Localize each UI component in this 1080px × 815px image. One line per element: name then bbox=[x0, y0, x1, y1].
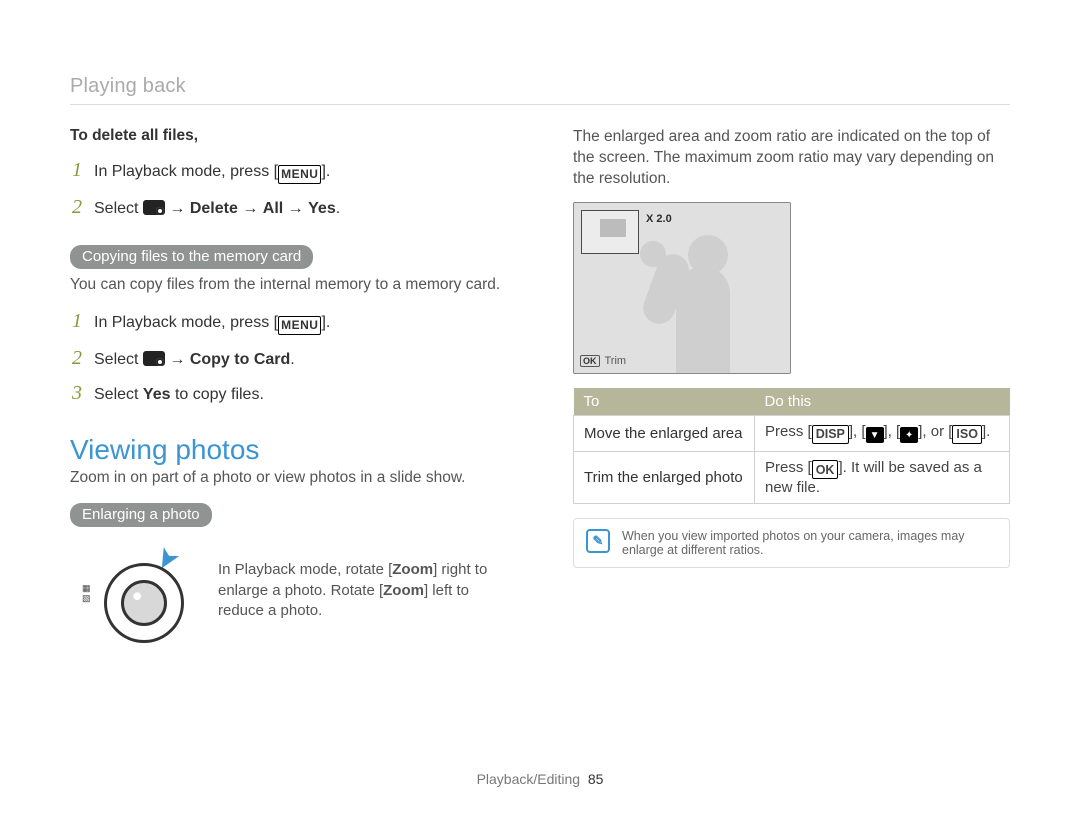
text: Zoom bbox=[392, 561, 433, 578]
td-move: Move the enlarged area bbox=[574, 415, 755, 451]
text: In Playback mode, press [ bbox=[94, 163, 278, 180]
text: ]. bbox=[321, 314, 330, 331]
text: . bbox=[290, 351, 294, 368]
text: Zoom bbox=[383, 582, 424, 599]
page-footer: Playback/Editing 85 bbox=[0, 771, 1080, 787]
td-move-action: Press [DISP], [▼], [✦], or [ISO]. bbox=[755, 415, 1010, 451]
iso-key-icon: ISO bbox=[952, 425, 982, 444]
camera-screen-preview: X 2.0 OK Trim bbox=[573, 202, 791, 374]
menu-key-icon: MENU bbox=[278, 165, 321, 184]
settings-gear-icon bbox=[143, 200, 165, 215]
text: to copy files. bbox=[171, 386, 264, 403]
settings-gear-icon bbox=[143, 351, 165, 366]
zoom-navigator bbox=[581, 210, 639, 254]
text: Copy to Card bbox=[190, 351, 290, 368]
page-number: 85 bbox=[588, 771, 604, 787]
text: Press [ bbox=[765, 459, 812, 476]
step-number: 2 bbox=[70, 347, 84, 370]
text: In Playback mode, press [ bbox=[94, 314, 278, 331]
arrow: → bbox=[169, 200, 189, 217]
delete-steps: 1 In Playback mode, press [MENU]. 2 Sele… bbox=[70, 159, 507, 219]
step-text: Select Yes to copy files. bbox=[94, 384, 264, 406]
rule bbox=[70, 104, 1010, 105]
th-to: To bbox=[574, 388, 755, 416]
text: ], [ bbox=[849, 423, 866, 440]
arrow: → bbox=[169, 351, 189, 368]
text: Yes bbox=[308, 200, 336, 217]
text: . bbox=[336, 200, 340, 217]
step-number: 2 bbox=[70, 196, 84, 219]
text: Select bbox=[94, 351, 143, 368]
arrow: → bbox=[242, 200, 262, 217]
copy-description: You can copy files from the internal mem… bbox=[70, 275, 507, 296]
delete-all-heading: To delete all files, bbox=[70, 127, 507, 145]
note-box: ✎ When you view imported photos on your … bbox=[573, 518, 1010, 568]
copying-pill: Copying files to the memory card bbox=[70, 245, 313, 269]
th-dothis: Do this bbox=[755, 388, 1010, 416]
text: In Playback mode, rotate [ bbox=[218, 561, 392, 578]
right-column: The enlarged area and zoom ratio are ind… bbox=[573, 127, 1010, 641]
step-text: Select → Delete → All → Yes. bbox=[94, 198, 340, 220]
left-column: To delete all files, 1 In Playback mode,… bbox=[70, 127, 507, 641]
viewing-photos-heading: Viewing photos bbox=[70, 434, 507, 466]
text: Select bbox=[94, 200, 143, 217]
copy-steps: 1 In Playback mode, press [MENU]. 2 Sele… bbox=[70, 310, 507, 406]
text: Press [ bbox=[765, 423, 812, 440]
trim-label: Trim bbox=[605, 355, 627, 367]
text: Delete bbox=[190, 200, 238, 217]
actions-table: To Do this Move the enlarged area Press … bbox=[573, 388, 1010, 505]
td-trim: Trim the enlarged photo bbox=[574, 451, 755, 504]
ok-key-icon: OK bbox=[812, 460, 839, 479]
text: ], or [ bbox=[918, 423, 952, 440]
step-text: In Playback mode, press [MENU]. bbox=[94, 161, 330, 184]
step-number: 3 bbox=[70, 382, 84, 405]
viewing-desc: Zoom in on part of a photo or view photo… bbox=[70, 468, 507, 489]
text: Yes bbox=[143, 386, 171, 403]
step-number: 1 bbox=[70, 310, 84, 333]
down-arrow-icon: ▼ bbox=[866, 427, 884, 443]
note-icon: ✎ bbox=[586, 529, 610, 553]
text: ]. bbox=[321, 163, 330, 180]
silhouette-illustration bbox=[636, 229, 736, 367]
text: Select bbox=[94, 386, 143, 403]
step-text: Select → Copy to Card. bbox=[94, 349, 295, 371]
text: ]. bbox=[982, 423, 990, 440]
footer-section: Playback/Editing bbox=[477, 771, 581, 787]
zoom-dial-illustration: ▦▧ ➤ bbox=[70, 541, 200, 641]
step-number: 1 bbox=[70, 159, 84, 182]
step-text: In Playback mode, press [MENU]. bbox=[94, 312, 330, 335]
arrow: → bbox=[288, 200, 308, 217]
td-trim-action: Press [OK]. It will be saved as a new fi… bbox=[755, 451, 1010, 504]
enlarging-pill: Enlarging a photo bbox=[70, 503, 212, 527]
breadcrumb: Playing back bbox=[70, 75, 1010, 98]
note-text: When you view imported photos on your ca… bbox=[622, 529, 997, 557]
enlarge-text: In Playback mode, rotate [Zoom] right to… bbox=[218, 560, 507, 621]
ok-icon: OK bbox=[580, 355, 600, 367]
zoom-intro: The enlarged area and zoom ratio are ind… bbox=[573, 127, 1010, 190]
disp-key-icon: DISP bbox=[812, 425, 849, 444]
zoom-ratio-label: X 2.0 bbox=[646, 213, 672, 225]
text: ], [ bbox=[884, 423, 901, 440]
trim-bar: OK Trim bbox=[580, 355, 626, 367]
text: All bbox=[263, 200, 283, 217]
timer-flash-icon: ✦ bbox=[900, 427, 918, 443]
menu-key-icon: MENU bbox=[278, 316, 321, 335]
